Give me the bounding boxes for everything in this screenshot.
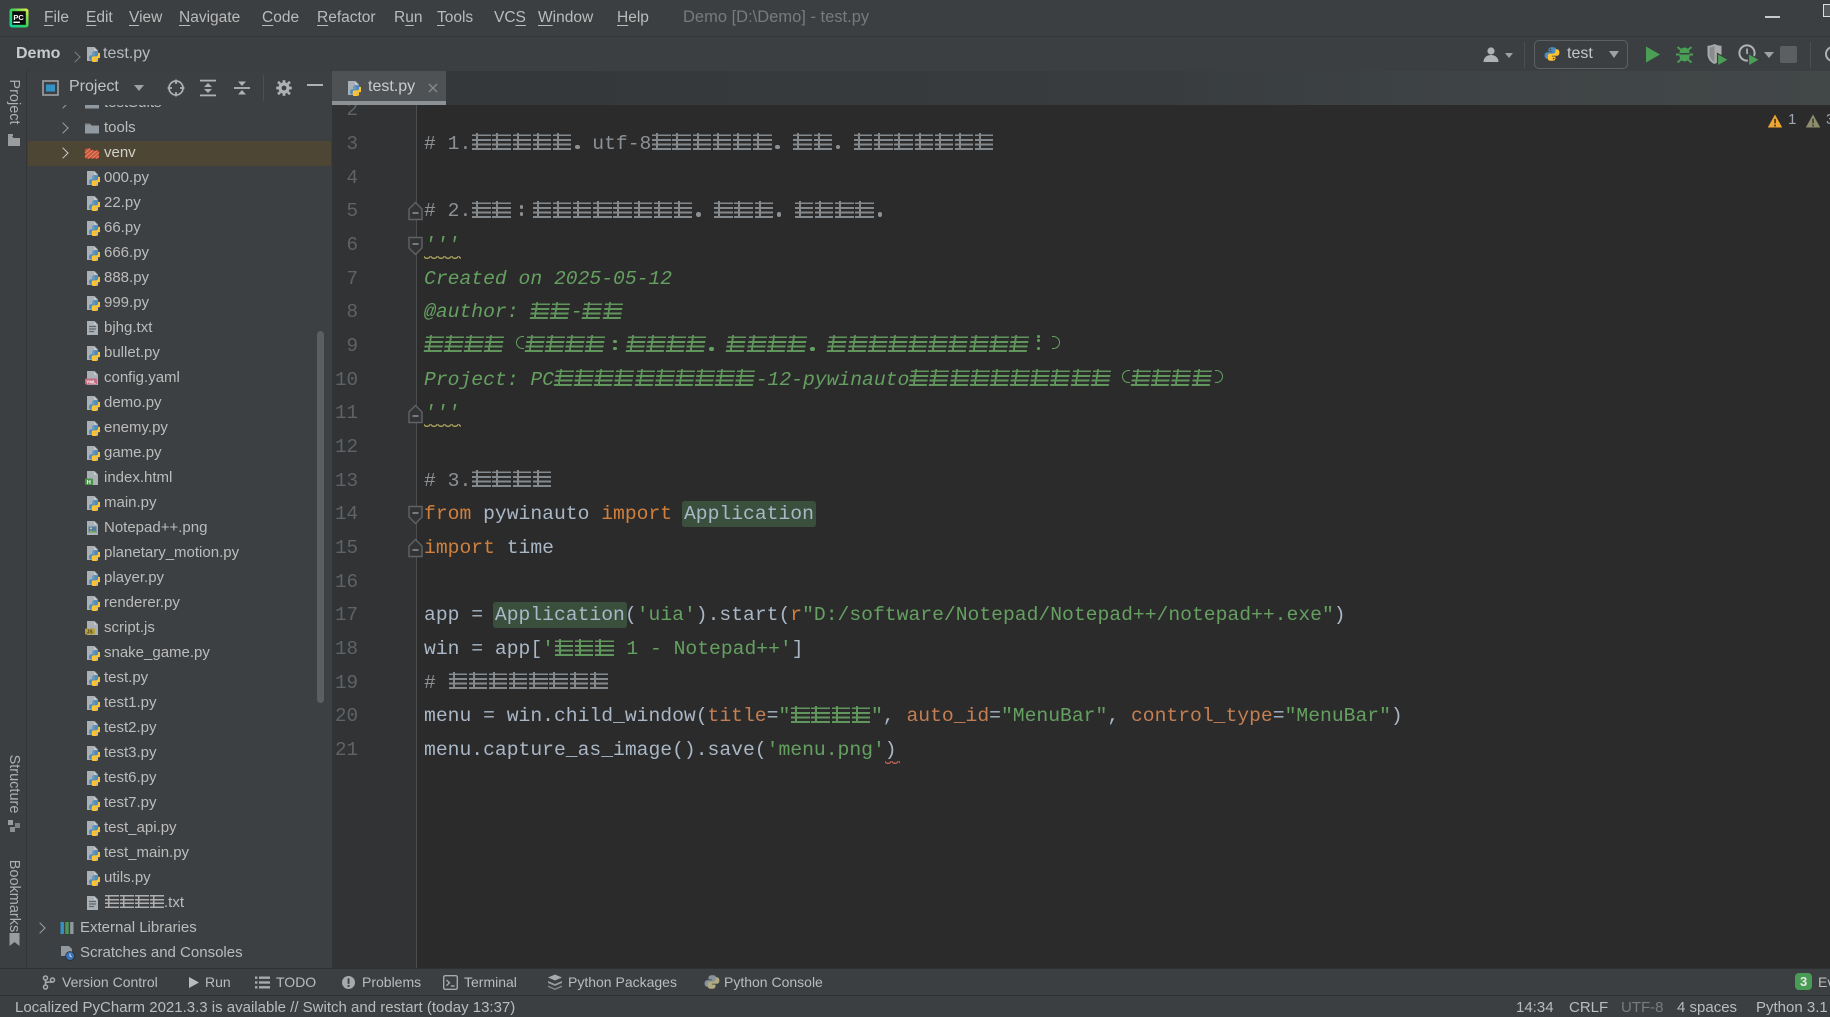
svg-text:PC: PC [13,13,24,22]
